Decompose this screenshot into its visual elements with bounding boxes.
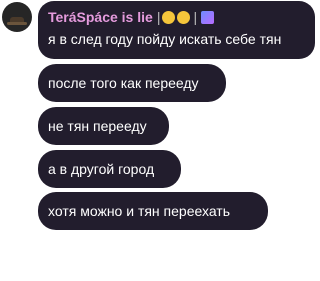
message-text: хотя можно и тян переехать	[48, 203, 230, 219]
separator: |	[193, 9, 198, 25]
message-text: после того как перееду	[48, 75, 199, 91]
message-bubble-2[interactable]: после того как перееду	[38, 64, 226, 102]
message-bubble-1[interactable]: TeráSpáce is lie | | я в след году пойду…	[38, 1, 315, 59]
hat-brim	[7, 22, 27, 25]
sender-name[interactable]: TeráSpáce is lie	[48, 9, 153, 25]
message-text: не тян перееду	[48, 118, 147, 134]
message-bubble-3[interactable]: не тян перееду	[38, 107, 169, 145]
message-header: TeráSpáce is lie | |	[48, 7, 305, 27]
badge-icon	[201, 10, 215, 24]
sender-avatar[interactable]	[2, 2, 32, 32]
smile-emoji-icon	[162, 10, 176, 24]
message-bubble-5[interactable]: хотя можно и тян переехать	[38, 192, 268, 230]
message-text: я в след году пойду искать себе тян	[48, 31, 282, 47]
message-bubble-4[interactable]: а в другой город	[38, 150, 181, 188]
hug-emoji-icon	[177, 10, 191, 24]
separator: |	[156, 9, 161, 25]
message-text: а в другой город	[48, 161, 155, 177]
